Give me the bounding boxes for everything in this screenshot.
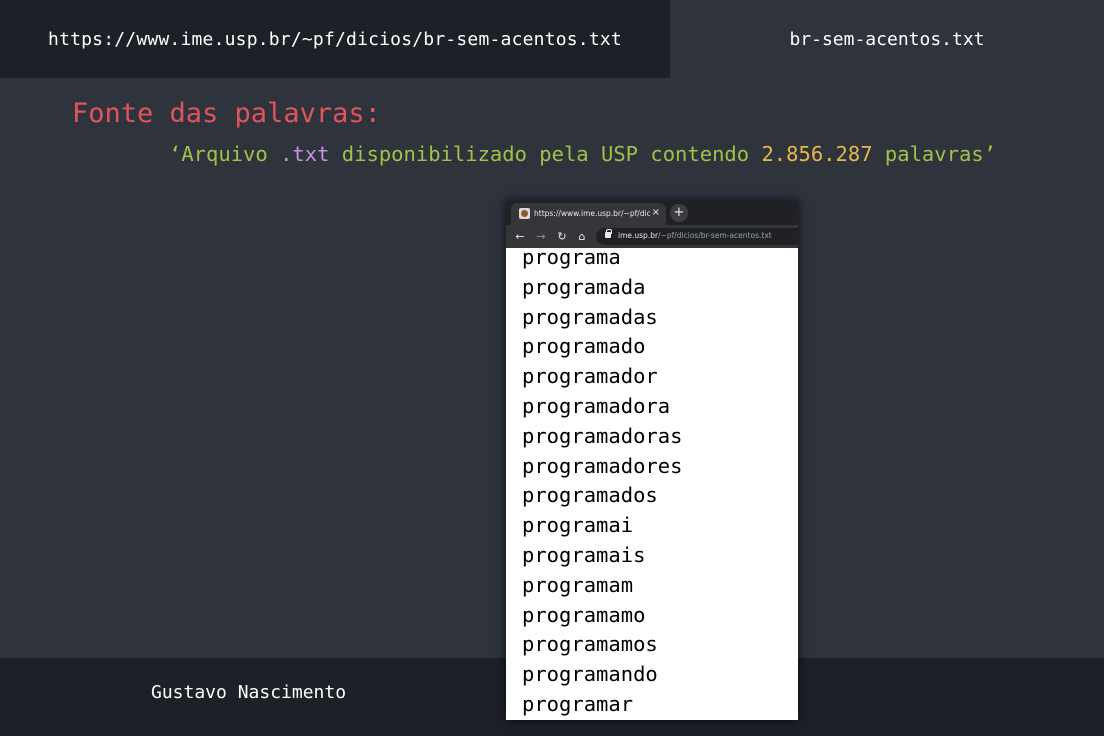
open-quote: ‘	[169, 142, 182, 166]
tab-url[interactable]: https://www.ime.usp.br/~pf/dicios/br-sem…	[0, 0, 670, 78]
close-quote: ’	[983, 142, 996, 166]
word-list-item: programa	[522, 248, 621, 269]
close-icon[interactable]: ×	[652, 207, 660, 219]
description-part-3: palavras	[872, 142, 984, 166]
back-arrow-icon[interactable]: ←	[512, 228, 528, 244]
word-list-item: programadas	[522, 304, 658, 329]
word-list-item: programar	[522, 692, 634, 716]
lock-icon	[605, 229, 612, 238]
description-part-1: Arquivo	[181, 142, 281, 166]
reload-icon[interactable]: ↻	[554, 228, 570, 244]
word-list-item: programadoras	[522, 423, 683, 448]
home-icon[interactable]: ⌂	[574, 228, 590, 244]
browser-toolbar: ← → ↻ ⌂ ime.usp.br/~pf/dicios/br-sem-ace…	[506, 225, 798, 248]
description-part-2: disponibilizado pela USP contendo	[329, 142, 762, 166]
word-list-item: programai	[522, 513, 634, 538]
word-list-item: programada	[522, 274, 646, 299]
source-description: ‘Arquivo .txt disponibilizado pela USP c…	[169, 142, 996, 166]
browser-tab-title: https://www.ime.usp.br/~pf/dicios/br-sem…	[534, 209, 650, 218]
url-path: /~pf/dicios/br-sem-acentos.txt	[658, 231, 772, 240]
word-list-item: programado	[522, 334, 646, 359]
favicon-icon	[519, 208, 530, 219]
address-bar-url: ime.usp.br/~pf/dicios/br-sem-acentos.txt	[618, 231, 772, 240]
word-list-item: programados	[522, 483, 658, 508]
word-list: programa programada programadas programado p…	[506, 248, 798, 720]
page-title: Fonte das palavras:	[72, 98, 381, 129]
word-list-item: programamos	[522, 632, 658, 657]
browser-tab-strip: https://www.ime.usp.br/~pf/dicios/br-sem…	[506, 201, 798, 225]
tab-filename-label: br-sem-acentos.txt	[789, 28, 985, 50]
tab-url-label: https://www.ime.usp.br/~pf/dicios/br-sem…	[48, 28, 622, 50]
browser-tab[interactable]: https://www.ime.usp.br/~pf/dicios/br-sem…	[511, 203, 666, 225]
forward-arrow-icon[interactable]: →	[533, 228, 549, 244]
word-list-item: programador	[522, 364, 658, 389]
word-list-item: programam	[522, 572, 634, 597]
new-tab-button[interactable]: +	[670, 204, 688, 222]
browser-screenshot: https://www.ime.usp.br/~pf/dicios/br-sem…	[506, 201, 798, 720]
slide: https://www.ime.usp.br/~pf/dicios/br-sem…	[0, 0, 1104, 736]
word-count: 2.856.287	[761, 142, 873, 166]
file-extension: .txt	[280, 142, 330, 166]
word-list-item: programamo	[522, 602, 646, 627]
author-name: Gustavo Nascimento	[151, 682, 347, 703]
word-list-item: programando	[522, 662, 658, 687]
tab-filename[interactable]: br-sem-acentos.txt	[670, 0, 1104, 78]
url-host: ime.usp.br	[618, 231, 659, 240]
word-list-item: programadores	[522, 453, 683, 478]
address-bar[interactable]: ime.usp.br/~pf/dicios/br-sem-acentos.txt	[596, 228, 798, 245]
word-list-item: programais	[522, 543, 646, 567]
word-list-item: programadora	[522, 394, 671, 418]
